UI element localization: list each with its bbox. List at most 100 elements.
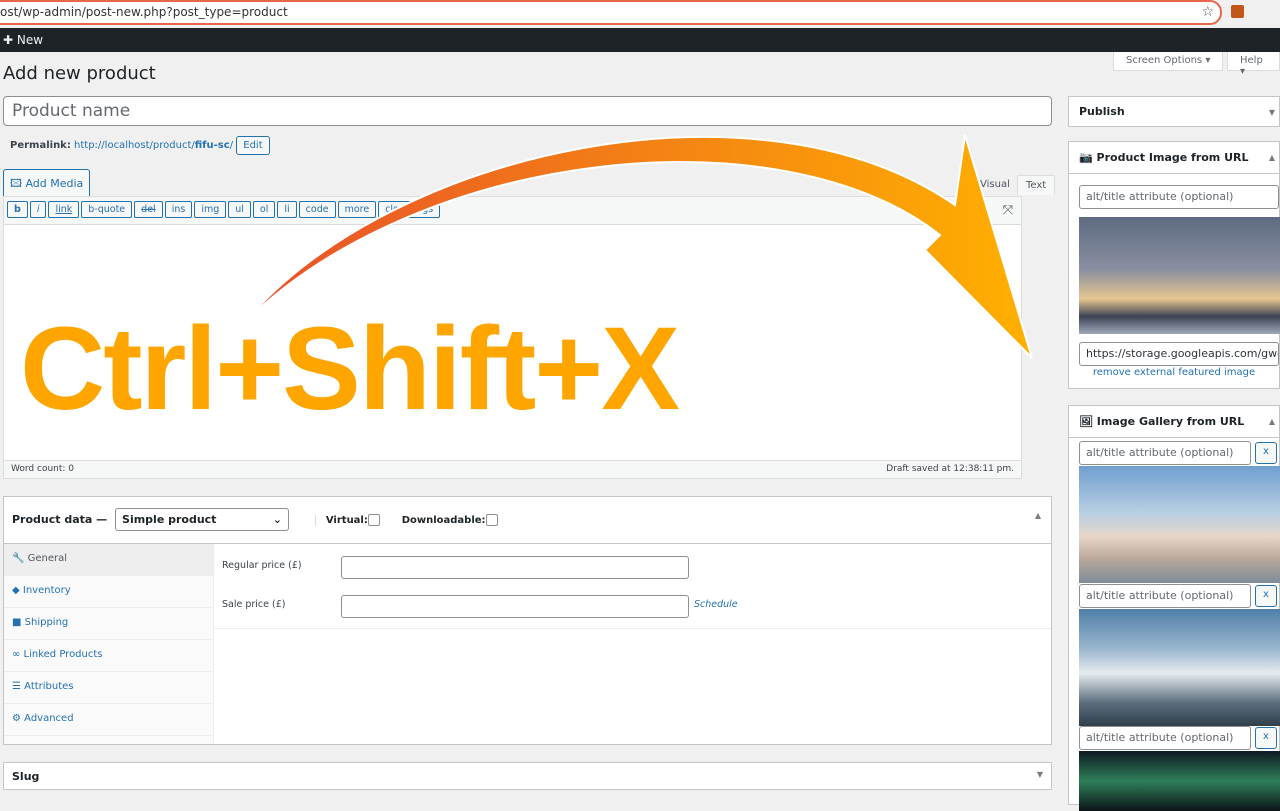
tab-label: Inventory	[22, 585, 71, 596]
tab-shipping[interactable]: ■ Shipping	[4, 608, 213, 640]
product-image-title: Product Image from URL	[1096, 151, 1249, 164]
plus-icon: ✚	[3, 33, 17, 47]
product-data-label: Product data —	[12, 513, 108, 526]
product-type-select[interactable]: Simple product ⌄	[115, 508, 290, 531]
qt-code[interactable]: code	[298, 201, 336, 218]
tab-general[interactable]: 🔧 General	[4, 544, 213, 576]
product-image-box: 📷 Product Image from URL ▲ alt/title att…	[1068, 141, 1280, 389]
remove-gallery-image-button[interactable]: x	[1255, 727, 1277, 749]
tab-attributes[interactable]: ☰ Attributes	[4, 672, 213, 704]
permalink-link[interactable]: http://localhost/product/fifu-sc/	[74, 140, 233, 151]
remove-gallery-image-button[interactable]: x	[1255, 585, 1277, 607]
gallery-icon: 🖼	[1079, 415, 1097, 428]
collapse-icon[interactable]: ▲	[1269, 417, 1275, 426]
permalink-prefix: http://localhost/product/	[74, 140, 195, 151]
tab-label: Advanced	[24, 713, 74, 724]
gallery-alt-input[interactable]: alt/title attribute (optional)	[1079, 441, 1251, 465]
sale-price-label: Sale price (£)	[222, 599, 286, 610]
link-icon: ∞	[12, 649, 24, 660]
screen-options-button[interactable]: Screen Options ▾	[1113, 52, 1224, 71]
word-count: Word count: 0	[11, 464, 75, 474]
extension-icon[interactable]	[1231, 5, 1244, 18]
regular-price-label: Regular price (£)	[222, 560, 302, 571]
gallery-alt-input[interactable]: alt/title attribute (optional)	[1079, 726, 1251, 750]
permalink-suffix: /	[229, 140, 234, 151]
permalink-label: Permalink:	[10, 140, 71, 151]
qt-del[interactable]: del	[134, 201, 163, 218]
quicktags-toolbar: b i link b-quote del ins img ul ol li code more clos…	[4, 197, 1021, 225]
image-gallery-box: 🖼 Image Gallery from URL ▲ alt/title att…	[1068, 405, 1280, 811]
admin-bar: ✚ New	[0, 28, 1280, 52]
gallery-image	[1079, 466, 1280, 583]
chevron-down-icon: ⌄	[272, 513, 283, 526]
tab-label: Attributes	[24, 681, 74, 692]
qt-ol[interactable]: ol	[252, 201, 276, 218]
virtual-option[interactable]: Virtual:	[314, 514, 380, 526]
media-icon: 🖾	[10, 177, 26, 190]
sale-price-input[interactable]	[341, 595, 689, 618]
new-label: New	[16, 33, 44, 47]
permalink-slug: fifu-sc	[194, 140, 230, 151]
expand-icon[interactable]: ▼	[1037, 770, 1043, 779]
fullscreen-icon[interactable]: ⤧	[1003, 203, 1013, 218]
product-data-tabs: 🔧 General ◆ Inventory ■ Shipping ∞ Linke…	[4, 544, 214, 744]
shortcut-overlay-text: Ctrl+Shift+X	[20, 303, 680, 435]
qt-close-tags[interactable]: close tags	[378, 201, 441, 218]
collapse-icon[interactable]: ▲	[1035, 511, 1041, 520]
downloadable-label: Downloadable:	[401, 515, 486, 526]
gallery-title: Image Gallery from URL	[1096, 415, 1245, 428]
qt-img[interactable]: img	[194, 201, 227, 218]
image-url-input[interactable]: https://storage.googleapis.com/gwet	[1079, 342, 1279, 366]
product-data-box: Product data — Simple product ⌄ Virtual: …	[3, 496, 1052, 745]
bookmark-star-icon[interactable]: ☆	[1201, 4, 1214, 20]
gallery-alt-input[interactable]: alt/title attribute (optional)	[1079, 584, 1251, 608]
help-button[interactable]: Help ▾	[1227, 52, 1280, 77]
page-title: Add new product	[3, 63, 156, 84]
url-text: ost/wp-admin/post-new.php?post_type=prod…	[0, 5, 288, 19]
new-button[interactable]: ✚ New	[3, 33, 43, 47]
tab-label: Linked Products	[23, 649, 103, 660]
address-bar[interactable]: ost/wp-admin/post-new.php?post_type=prod…	[0, 0, 1222, 25]
downloadable-option[interactable]: Downloadable:	[401, 514, 498, 526]
tag-icon: ◆	[12, 585, 23, 596]
editor-status-bar: Word count: 0 Draft saved at 12:38:11 pm.	[4, 460, 1021, 478]
qt-ul[interactable]: ul	[228, 201, 251, 218]
tab-label: Shipping	[24, 617, 69, 628]
qt-ins[interactable]: ins	[164, 201, 193, 218]
virtual-label: Virtual:	[325, 515, 368, 526]
qt-link[interactable]: link	[48, 201, 80, 218]
slug-box[interactable]: Slug ▼	[3, 762, 1052, 790]
camera-icon: 📷	[1079, 151, 1097, 164]
tab-text[interactable]: Text	[1017, 175, 1056, 195]
publish-box[interactable]: Publish ▼	[1068, 96, 1280, 127]
list-icon: ☰	[12, 681, 25, 692]
schedule-link[interactable]: Schedule	[694, 599, 738, 610]
gear-icon: ⚙	[12, 713, 25, 724]
alt-input[interactable]: alt/title attribute (optional)	[1079, 185, 1279, 209]
featured-image-preview	[1079, 217, 1280, 334]
qt-li[interactable]: li	[277, 201, 297, 218]
tab-visual[interactable]: Visual	[972, 175, 1018, 195]
draft-saved: Draft saved at 12:38:11 pm.	[886, 464, 1014, 474]
virtual-checkbox[interactable]	[367, 514, 380, 526]
product-name-input[interactable]: Product name	[3, 96, 1052, 126]
qt-more[interactable]: more	[337, 201, 377, 218]
permalink: Permalink: http://localhost/product/fifu…	[10, 136, 270, 155]
wrench-icon: 🔧	[12, 553, 28, 564]
tab-linked-products[interactable]: ∞ Linked Products	[4, 640, 213, 672]
qt-italic[interactable]: i	[29, 201, 47, 218]
qt-bold[interactable]: b	[7, 201, 28, 218]
collapse-icon[interactable]: ▲	[1269, 153, 1275, 162]
remove-gallery-image-button[interactable]: x	[1255, 442, 1277, 464]
truck-icon: ■	[12, 617, 25, 628]
regular-price-input[interactable]	[341, 556, 689, 579]
remove-featured-image-link[interactable]: remove external featured image	[1069, 367, 1279, 378]
tab-inventory[interactable]: ◆ Inventory	[4, 576, 213, 608]
downloadable-checkbox[interactable]	[485, 514, 498, 526]
edit-permalink-button[interactable]: Edit	[236, 136, 270, 155]
add-media-label: Add Media	[25, 177, 84, 190]
qt-bquote[interactable]: b-quote	[81, 201, 133, 218]
tab-label: General	[27, 553, 68, 564]
tab-advanced[interactable]: ⚙ Advanced	[4, 704, 213, 736]
expand-icon[interactable]: ▼	[1269, 108, 1275, 117]
